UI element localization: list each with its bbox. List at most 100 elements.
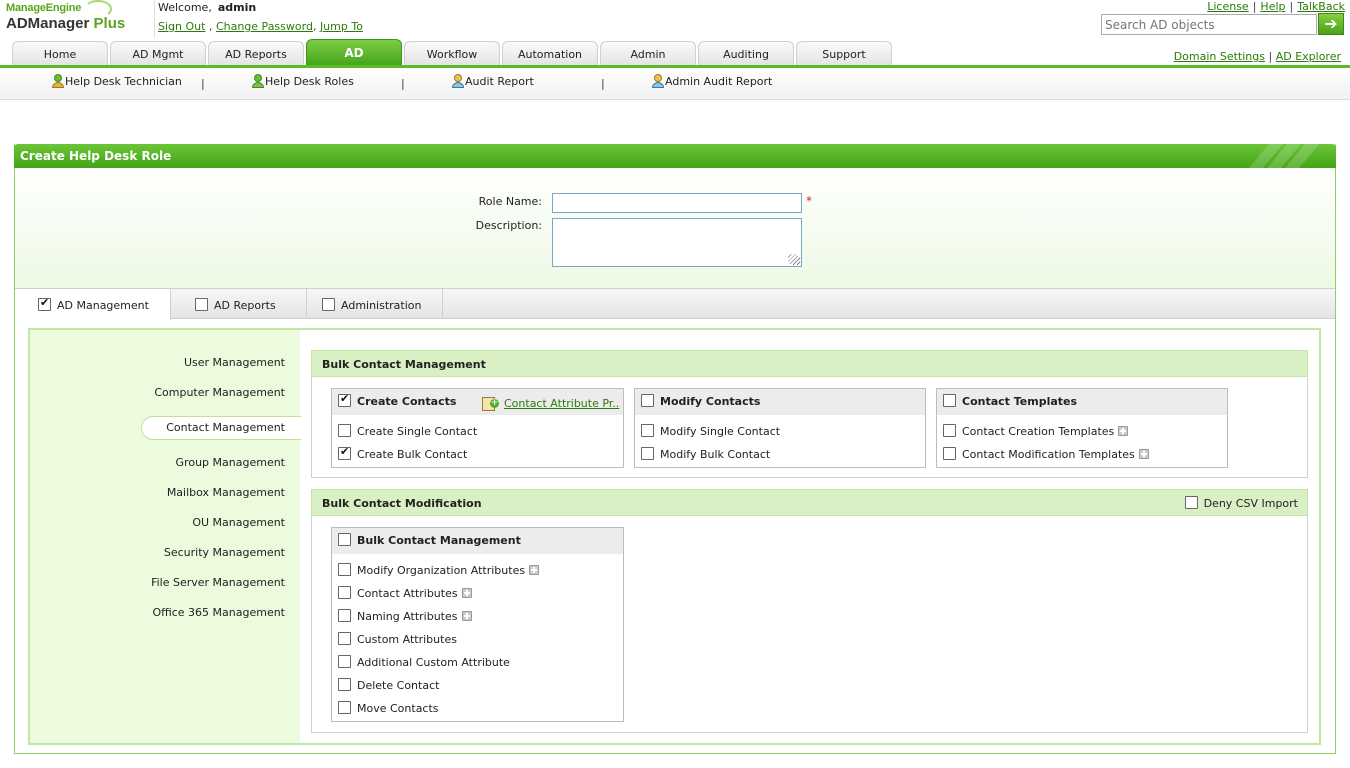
custom-attributes-checkbox[interactable] <box>338 632 351 645</box>
contact-templates-checkbox[interactable] <box>943 394 956 407</box>
audit-report-icon <box>451 74 465 88</box>
user-links: Sign Out , Change Password, Jump To <box>158 20 363 33</box>
administration-checkbox[interactable] <box>322 298 335 311</box>
subnav-audit-report[interactable]: Audit Report <box>451 74 534 88</box>
option-modify-organization-attributes[interactable]: Modify Organization Attributes <box>338 563 540 577</box>
create-bulk-contact-checkbox[interactable] <box>338 445 351 460</box>
subnav-help-desk-roles[interactable]: Help Desk Roles <box>251 74 354 88</box>
jump-to-link[interactable]: Jump To <box>320 20 363 33</box>
search-go-button[interactable]: ➔ <box>1318 13 1344 35</box>
bulk-contact-management-checkbox[interactable] <box>338 533 351 546</box>
welcome-text: Welcome, admin <box>158 1 257 14</box>
ad-reports-checkbox[interactable] <box>195 298 208 311</box>
left-nav-mailbox-management[interactable]: Mailbox Management <box>167 486 285 499</box>
role-name-input[interactable] <box>552 193 802 213</box>
contact-creation-templates-checkbox[interactable] <box>943 424 956 437</box>
deny-csv-import-checkbox[interactable] <box>1184 496 1198 509</box>
sign-out-link[interactable]: Sign Out <box>158 20 205 33</box>
expand-icon[interactable] <box>529 565 540 575</box>
talkback-link[interactable]: TalkBack <box>1297 0 1345 13</box>
group-modify-contacts-header: Modify Contacts <box>635 389 925 415</box>
modify-bulk-contact-checkbox[interactable] <box>641 447 654 460</box>
move-contacts-checkbox[interactable] <box>338 701 351 714</box>
option-custom-attributes[interactable]: Custom Attributes <box>338 632 457 646</box>
tab-workflow[interactable]: Workflow <box>404 41 500 65</box>
option-contact-creation-templates[interactable]: Contact Creation Templates <box>943 424 1129 438</box>
subnav-admin-audit-report[interactable]: Admin Audit Report <box>651 74 772 88</box>
left-nav-user-management[interactable]: User Management <box>184 356 285 369</box>
tab-admin[interactable]: Admin <box>600 41 696 65</box>
option-move-contacts[interactable]: Move Contacts <box>338 701 439 715</box>
modify-contacts-checkbox[interactable] <box>641 394 654 407</box>
modify-single-contact-checkbox[interactable] <box>641 424 654 437</box>
header-divider <box>154 0 155 38</box>
naming-attributes-checkbox[interactable] <box>338 609 351 622</box>
left-nav-security-management[interactable]: Security Management <box>164 546 285 559</box>
option-modify-bulk-contact[interactable]: Modify Bulk Contact <box>641 447 770 461</box>
description-label: Description: <box>475 219 542 232</box>
contact-attribute-policy[interactable]: Contact Attribute Pr.. <box>482 396 619 411</box>
top-right-links: License | Help | TalkBack <box>1207 0 1345 13</box>
option-contact-modification-templates[interactable]: Contact Modification Templates <box>943 447 1149 461</box>
ad-explorer-link[interactable]: AD Explorer <box>1276 50 1341 63</box>
logo-swoosh-icon <box>84 0 112 18</box>
option-create-single-contact[interactable]: Create Single Contact <box>338 424 477 438</box>
expand-icon[interactable] <box>1118 426 1129 436</box>
ad-management-checkbox[interactable] <box>38 296 51 311</box>
expand-icon[interactable] <box>1138 449 1149 459</box>
admin-audit-report-icon <box>651 74 665 88</box>
option-additional-custom-attribute[interactable]: Additional Custom Attribute <box>338 655 510 669</box>
tab-administration[interactable]: Administration <box>307 289 443 319</box>
group-contact-templates: Contact Templates Contact Creation Templ… <box>936 388 1228 468</box>
left-nav-computer-management[interactable]: Computer Management <box>154 386 285 399</box>
delete-contact-checkbox[interactable] <box>338 678 351 691</box>
expand-icon[interactable] <box>461 611 472 621</box>
group-contact-templates-header: Contact Templates <box>937 389 1227 415</box>
expand-icon[interactable] <box>461 588 472 598</box>
left-nav-file-server-management[interactable]: File Server Management <box>151 576 285 589</box>
help-link[interactable]: Help <box>1260 0 1285 13</box>
option-delete-contact[interactable]: Delete Contact <box>338 678 439 692</box>
left-nav-contact-management[interactable]: Contact Management <box>166 421 285 434</box>
option-naming-attributes[interactable]: Naming Attributes <box>338 609 472 623</box>
tab-auditing[interactable]: Auditing <box>698 41 794 65</box>
option-contact-attributes[interactable]: Contact Attributes <box>338 586 472 600</box>
search-input[interactable] <box>1101 14 1317 35</box>
contact-attributes-checkbox[interactable] <box>338 586 351 599</box>
tab-ad-mgmt[interactable]: AD Mgmt <box>110 41 206 65</box>
description-textarea[interactable] <box>552 218 802 267</box>
option-modify-single-contact[interactable]: Modify Single Contact <box>641 424 780 438</box>
tab-automation[interactable]: Automation <box>502 41 598 65</box>
group-modify-contacts: Modify Contacts Modify Single Contact Mo… <box>634 388 926 468</box>
option-create-bulk-contact[interactable]: Create Bulk Contact <box>338 445 467 461</box>
tab-home[interactable]: Home <box>12 41 108 65</box>
logo-product: ADManager Plus <box>6 15 126 32</box>
left-nav-group-management[interactable]: Group Management <box>176 456 285 469</box>
tab-support[interactable]: Support <box>796 41 892 65</box>
arrow-right-icon: ➔ <box>1324 14 1338 33</box>
tab-ad-reports-category[interactable]: AD Reports <box>171 289 307 319</box>
create-single-contact-checkbox[interactable] <box>338 424 351 437</box>
app-logo: ManageEngine ADManager Plus <box>6 0 154 42</box>
section-bulk-contact-modification-header: Bulk Contact Modification Deny CSV Impor… <box>311 489 1308 516</box>
contact-attribute-link[interactable]: Contact Attribute Pr.. <box>504 397 619 410</box>
license-link[interactable]: License <box>1207 0 1248 13</box>
create-contacts-checkbox[interactable] <box>338 392 351 407</box>
resize-grip-icon[interactable] <box>788 254 798 264</box>
contact-modification-templates-checkbox[interactable] <box>943 447 956 460</box>
panel-title: Create Help Desk Role <box>14 144 1336 168</box>
tab-ad-reports[interactable]: AD Reports <box>208 41 304 65</box>
roles-icon <box>251 74 265 88</box>
logo-vendor: ManageEngine <box>6 2 82 14</box>
left-nav-ou-management[interactable]: OU Management <box>192 516 285 529</box>
domain-settings-link[interactable]: Domain Settings <box>1174 50 1265 63</box>
tab-ad-management[interactable]: AD Management <box>15 289 171 320</box>
subnav-help-desk-technician[interactable]: Help Desk Technician <box>51 74 182 88</box>
additional-custom-attribute-checkbox[interactable] <box>338 655 351 668</box>
modify-organization-attributes-checkbox[interactable] <box>338 563 351 576</box>
change-password-link[interactable]: Change Password <box>216 20 313 33</box>
deny-csv-import[interactable]: Deny CSV Import <box>1184 496 1298 510</box>
left-nav-office-365-management[interactable]: Office 365 Management <box>152 606 285 619</box>
tab-ad-delegation[interactable]: AD Delegation <box>306 39 402 86</box>
sub-navigation: Help Desk Technician | Help Desk Roles |… <box>0 68 1350 100</box>
